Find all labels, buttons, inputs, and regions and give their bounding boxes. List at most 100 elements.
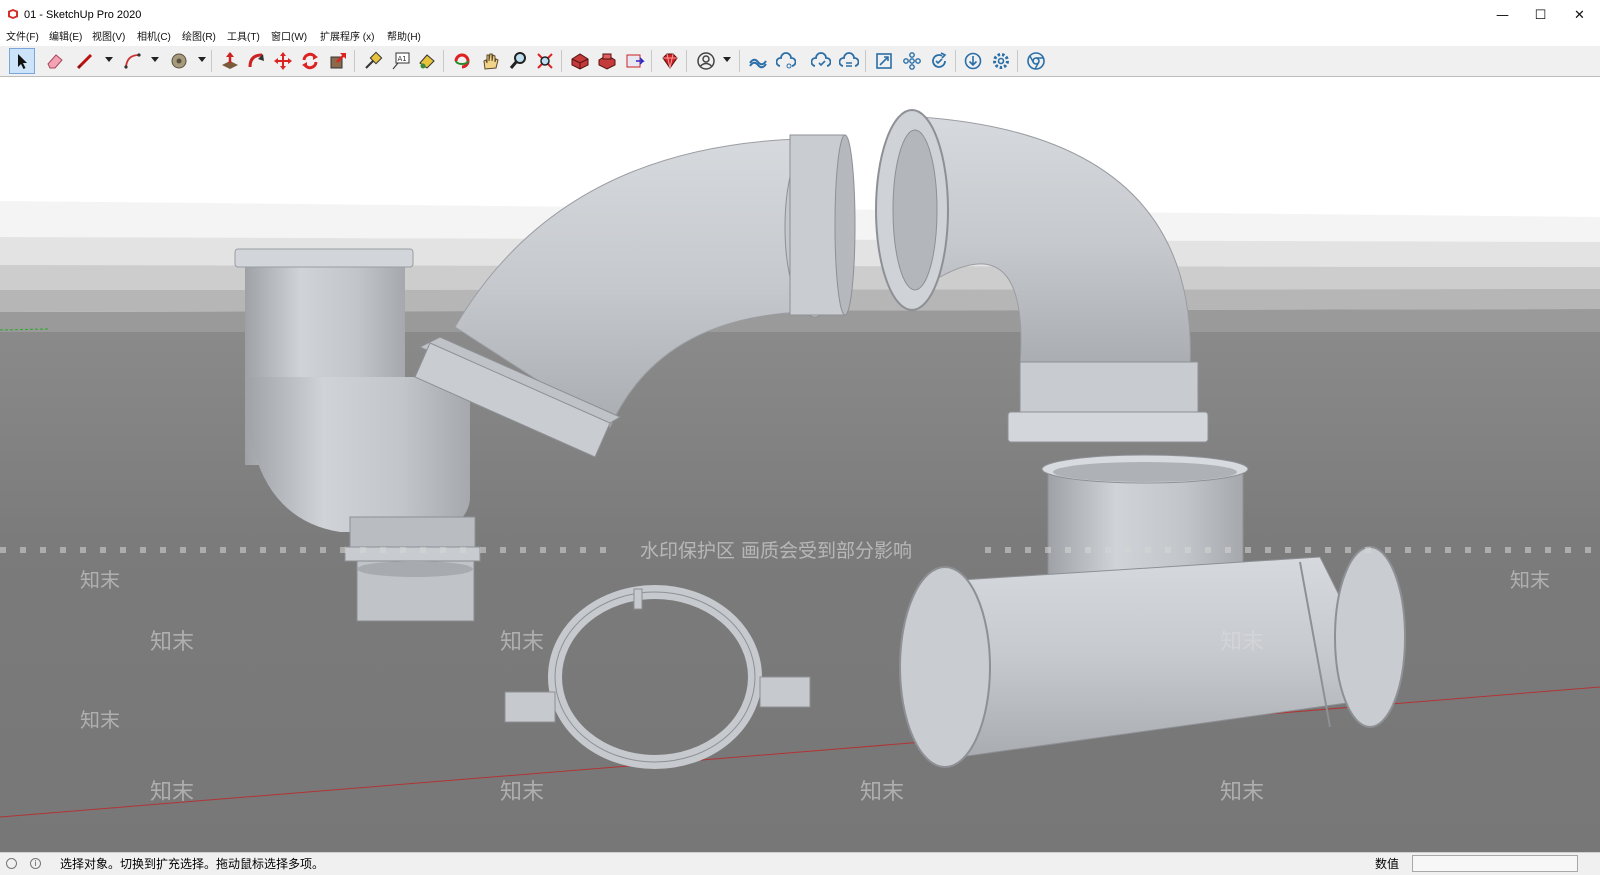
zoom-extents-button[interactable]	[532, 48, 558, 74]
toolbar: A1	[0, 46, 1600, 76]
watermark-mark: 知末	[80, 568, 120, 592]
cloud-upload-icon	[839, 52, 859, 67]
line-tool-dropdown[interactable]	[105, 57, 113, 62]
pan-button[interactable]	[477, 48, 503, 74]
arc-tool-dropdown[interactable]	[151, 57, 159, 62]
select-tool-icon	[18, 54, 27, 69]
layout-icon	[626, 54, 645, 68]
scale-tool-button[interactable]	[325, 48, 351, 74]
status-message: 选择对象。切换到扩充选择。拖动鼠标选择多项。	[60, 857, 325, 871]
status-bar: i 选择对象。切换到扩充选择。拖动鼠标选择多项。 数值	[0, 852, 1600, 875]
account-dropdown[interactable]	[723, 57, 731, 62]
cloud-sync-icon	[811, 52, 831, 67]
refresh-button[interactable]	[926, 48, 952, 74]
model-viewport[interactable]: 水印保护区 画质会受到部分影响 知末 知末 知末 知末 知末 知末 知末 知末 …	[0, 76, 1600, 853]
menu-extensions[interactable]: 扩展程序 (x)	[320, 30, 374, 46]
menu-window[interactable]: 窗口(W)	[271, 30, 307, 46]
watermark-banner: 水印保护区 画质会受到部分影响	[640, 540, 912, 562]
title-bar: 01 - SketchUp Pro 2020 — ☐ ✕	[0, 0, 1600, 30]
refresh-icon	[932, 52, 947, 68]
scale-tool-icon	[330, 53, 346, 69]
paint-bucket-button[interactable]	[166, 48, 192, 74]
extension-manager-icon	[662, 53, 678, 69]
cloud-share-button[interactable]	[773, 48, 799, 74]
line-tool-icon	[76, 53, 93, 70]
select-tool-button[interactable]	[9, 48, 35, 74]
follow-me-icon	[248, 53, 264, 68]
push-pull-button[interactable]	[217, 48, 243, 74]
close-button[interactable]: ✕	[1557, 0, 1600, 30]
minimize-icon: —	[1496, 7, 1509, 23]
account-icon	[697, 52, 715, 70]
arc-tool-button[interactable]	[120, 48, 146, 74]
cloud-share-icon	[776, 52, 796, 69]
follow-me-button[interactable]	[243, 48, 269, 74]
menu-camera[interactable]: 相机(C)	[137, 30, 171, 46]
menu-tools[interactable]: 工具(T)	[227, 30, 260, 46]
download-icon	[964, 52, 982, 70]
text-tool-glyph: A1	[398, 55, 407, 63]
maximize-icon: ☐	[1534, 7, 1547, 23]
model-info-button[interactable]	[871, 48, 897, 74]
download-button[interactable]	[960, 48, 986, 74]
cloud-upload-button[interactable]	[836, 48, 862, 74]
chrome-icon	[1027, 52, 1045, 70]
measurements-label: 数值	[1375, 857, 1400, 871]
paint-tool-icon	[419, 54, 435, 69]
orbit-button[interactable]	[449, 48, 475, 74]
menu-help[interactable]: 帮助(H)	[387, 30, 421, 46]
3d-warehouse-button[interactable]	[567, 48, 593, 74]
extension-manager-button[interactable]	[657, 48, 683, 74]
measurements-input[interactable]	[1412, 855, 1578, 872]
info-icon[interactable]: i	[30, 858, 41, 869]
model-info-icon	[876, 53, 892, 69]
components-button[interactable]	[899, 48, 925, 74]
orbit-icon	[454, 53, 470, 69]
settings-icon	[993, 53, 1009, 69]
zoom-button[interactable]	[505, 48, 531, 74]
menu-edit[interactable]: 编辑(E)	[49, 30, 82, 46]
push-pull-icon	[222, 52, 238, 69]
tape-measure-icon	[365, 51, 383, 69]
watermark-mark: 知末	[150, 630, 194, 655]
zoom-icon	[509, 52, 526, 69]
paint-tool-button[interactable]	[414, 48, 440, 74]
watermark-mark: 知末	[1220, 780, 1264, 805]
move-tool-button[interactable]	[270, 48, 296, 74]
watermark-mark: 知末	[1220, 630, 1264, 655]
rotate-tool-button[interactable]	[297, 48, 323, 74]
paint-bucket-icon	[171, 53, 187, 69]
menu-view[interactable]: 视图(V)	[92, 30, 125, 46]
move-tool-icon	[274, 52, 292, 70]
line-tool-button[interactable]	[72, 48, 98, 74]
rotate-tool-icon	[302, 52, 318, 70]
watermark-mark: 知末	[500, 780, 544, 805]
chrome-button[interactable]	[1023, 48, 1049, 74]
account-button[interactable]	[693, 48, 719, 74]
menu-bar: 文件(F) 编辑(E) 视图(V) 相机(C) 绘图(R) 工具(T) 窗口(W…	[0, 30, 1600, 46]
layout-button[interactable]	[622, 48, 648, 74]
settings-button[interactable]	[988, 48, 1014, 74]
pan-icon	[483, 53, 499, 70]
arc-tool-icon	[124, 53, 141, 69]
zoom-extents-icon	[537, 53, 553, 69]
trimble-connect-icon	[749, 58, 767, 69]
trimble-connect-button[interactable]	[745, 48, 771, 74]
window-title: 01 - SketchUp Pro 2020	[24, 9, 142, 21]
extension-warehouse-button[interactable]	[594, 48, 620, 74]
paint-bucket-dropdown[interactable]	[198, 57, 206, 62]
text-tool-button[interactable]: A1	[388, 48, 414, 74]
watermark-mark: 知末	[150, 780, 194, 805]
menu-file[interactable]: 文件(F)	[6, 30, 39, 46]
cloud-sync-button[interactable]	[808, 48, 834, 74]
sketchup-logo-icon	[8, 9, 18, 19]
extension-warehouse-icon	[598, 53, 616, 70]
eraser-tool-icon	[47, 54, 63, 69]
scene-canvas: 水印保护区 画质会受到部分影响 知末 知末 知末 知末 知末 知末 知末 知末 …	[0, 77, 1600, 853]
eraser-tool-button[interactable]	[42, 48, 68, 74]
tape-measure-button[interactable]	[360, 48, 386, 74]
geo-location-icon[interactable]	[6, 858, 17, 869]
close-icon: ✕	[1574, 7, 1585, 23]
text-tool-icon: A1	[392, 52, 410, 70]
menu-draw[interactable]: 绘图(R)	[182, 30, 216, 46]
